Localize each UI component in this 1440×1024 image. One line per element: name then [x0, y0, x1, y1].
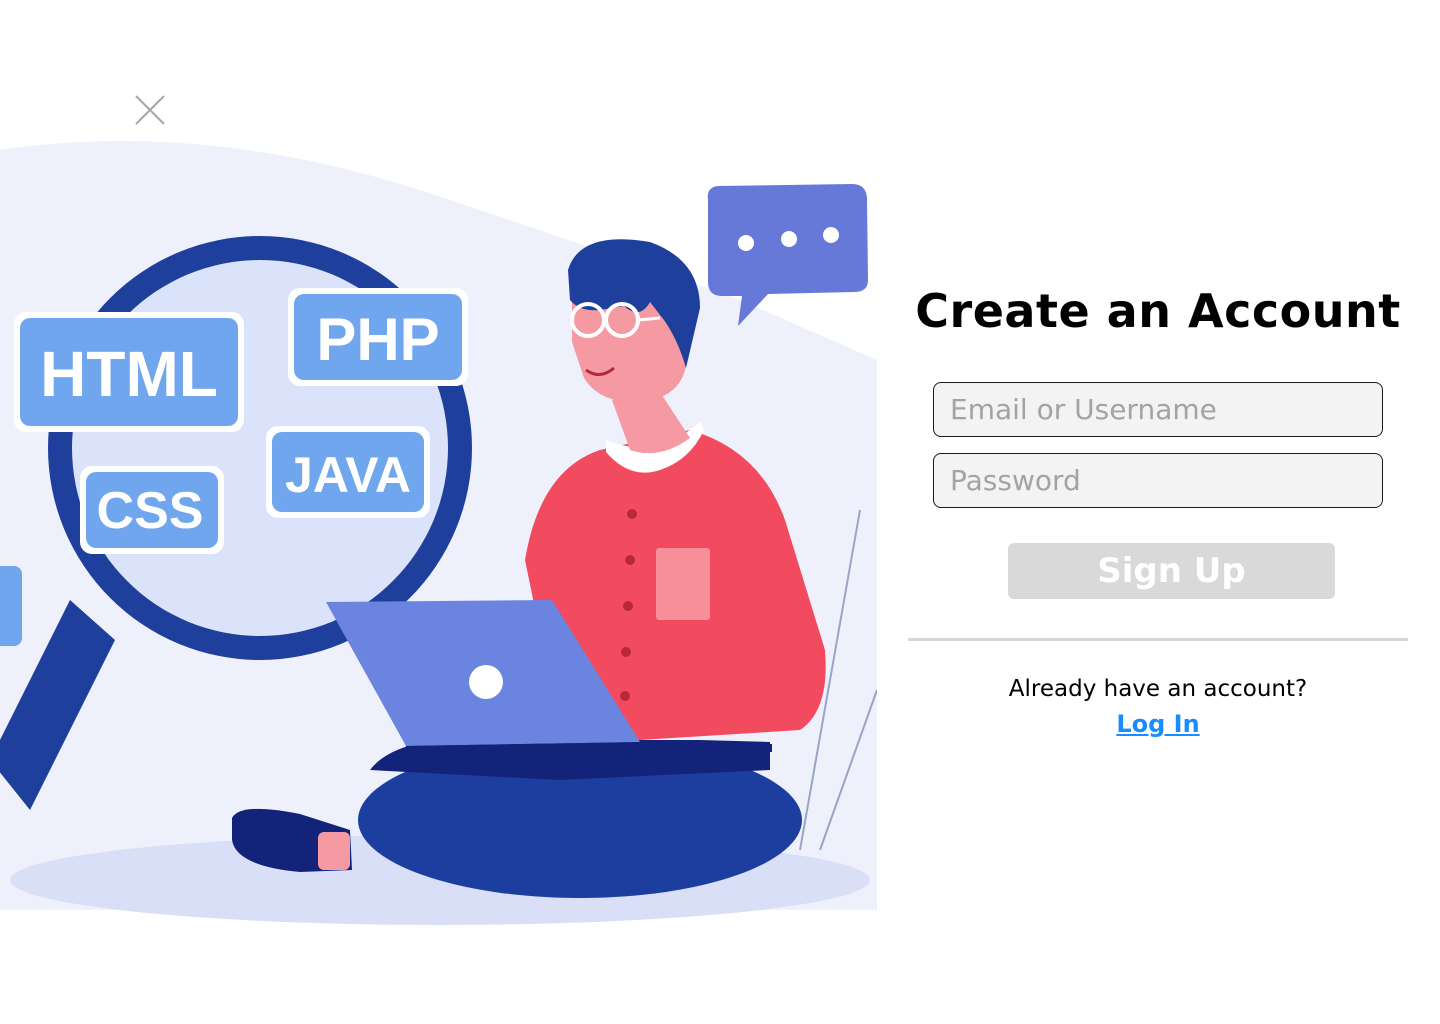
svg-text:HTML: HTML: [40, 338, 218, 410]
sign-up-button[interactable]: Sign Up: [1008, 543, 1335, 599]
signup-form: Create an Account Sign Up Already have a…: [908, 0, 1408, 1024]
svg-text:JAVA: JAVA: [285, 447, 411, 503]
tag-php: PHP: [288, 288, 468, 386]
form-title: Create an Account: [915, 284, 1401, 338]
tag-css: CSS: [80, 466, 224, 554]
svg-text:PHP: PHP: [316, 306, 439, 373]
log-in-link[interactable]: Log In: [908, 710, 1408, 738]
tag-html: HTML: [14, 312, 244, 432]
email-field[interactable]: [933, 382, 1383, 437]
developer-illustration: HTML PHP JAVA CSS: [0, 130, 877, 930]
already-have-account-text: Already have an account?: [1008, 676, 1308, 702]
divider: [908, 638, 1408, 641]
signup-page: HTML PHP JAVA CSS Create an Account Emai…: [0, 0, 1440, 1024]
password-field[interactable]: [933, 453, 1383, 508]
tag-java: JAVA: [266, 426, 430, 518]
close-icon[interactable]: [132, 92, 168, 128]
svg-text:CSS: CSS: [97, 482, 204, 540]
